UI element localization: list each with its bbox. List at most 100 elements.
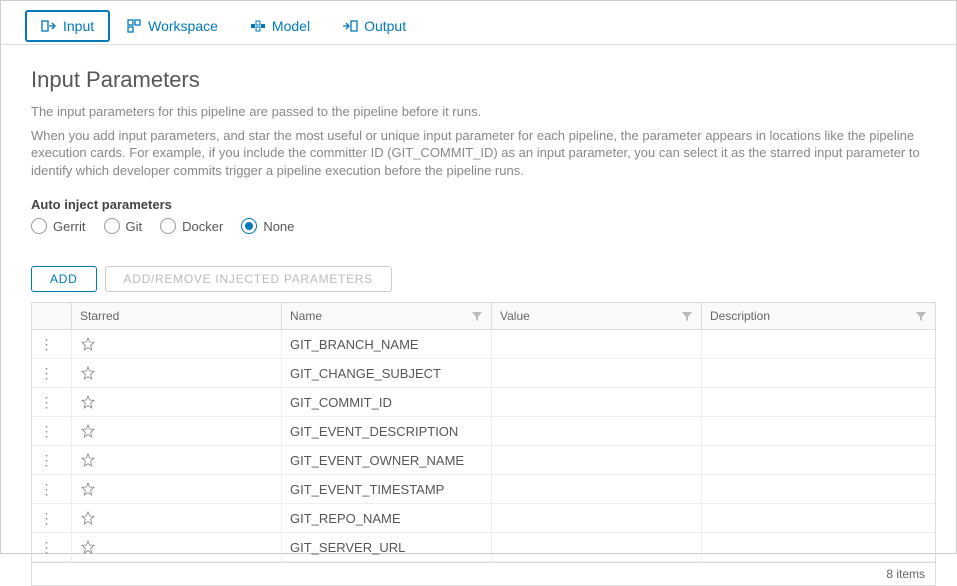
star-icon[interactable] <box>80 423 96 439</box>
value-cell[interactable] <box>492 446 702 474</box>
column-name[interactable]: Name <box>282 303 492 329</box>
tab-workspace[interactable]: Workspace <box>110 10 234 42</box>
starred-cell <box>72 330 282 358</box>
workspace-icon <box>126 18 142 34</box>
tab-label: Input <box>63 18 94 34</box>
name-cell: GIT_CHANGE_SUBJECT <box>282 359 492 387</box>
description-cell[interactable] <box>702 359 935 387</box>
row-actions-cell: ⋮ <box>32 330 72 358</box>
name-cell: GIT_EVENT_OWNER_NAME <box>282 446 492 474</box>
radio-label: None <box>263 219 294 234</box>
row-menu-icon[interactable]: ⋮ <box>40 424 52 438</box>
filter-icon[interactable] <box>471 310 483 322</box>
star-icon[interactable] <box>80 365 96 381</box>
star-icon[interactable] <box>80 336 96 352</box>
param-name: GIT_EVENT_DESCRIPTION <box>290 424 458 439</box>
param-name: GIT_EVENT_OWNER_NAME <box>290 453 464 468</box>
value-cell[interactable] <box>492 504 702 532</box>
starred-cell <box>72 533 282 561</box>
table-header: Starred Name Value <box>32 303 935 330</box>
starred-cell <box>72 359 282 387</box>
star-icon[interactable] <box>80 539 96 555</box>
table-row[interactable]: ⋮ GIT_EVENT_TIMESTAMP <box>32 475 935 504</box>
radio-none[interactable]: None <box>241 218 294 234</box>
model-icon <box>250 18 266 34</box>
row-menu-icon[interactable]: ⋮ <box>40 511 52 525</box>
row-menu-icon[interactable]: ⋮ <box>40 482 52 496</box>
help-text-2: When you add input parameters, and star … <box>31 127 926 180</box>
description-cell[interactable] <box>702 388 935 416</box>
value-cell[interactable] <box>492 533 702 561</box>
tab-output[interactable]: Output <box>326 10 422 42</box>
name-cell: GIT_EVENT_DESCRIPTION <box>282 417 492 445</box>
table-row[interactable]: ⋮ GIT_REPO_NAME <box>32 504 935 533</box>
table-row[interactable]: ⋮ GIT_COMMIT_ID <box>32 388 935 417</box>
column-label: Name <box>290 309 322 323</box>
starred-cell <box>72 475 282 503</box>
description-cell[interactable] <box>702 330 935 358</box>
radio-git[interactable]: Git <box>104 218 143 234</box>
tab-label: Output <box>364 18 406 34</box>
column-starred[interactable]: Starred <box>72 303 282 329</box>
starred-cell <box>72 446 282 474</box>
row-actions-cell: ⋮ <box>32 475 72 503</box>
value-cell[interactable] <box>492 388 702 416</box>
row-menu-icon[interactable]: ⋮ <box>40 337 52 351</box>
param-name: GIT_EVENT_TIMESTAMP <box>290 482 444 497</box>
star-icon[interactable] <box>80 510 96 526</box>
name-cell: GIT_SERVER_URL <box>282 533 492 561</box>
table-row[interactable]: ⋮ GIT_EVENT_DESCRIPTION <box>32 417 935 446</box>
row-actions-cell: ⋮ <box>32 359 72 387</box>
star-icon[interactable] <box>80 394 96 410</box>
parameters-table: Starred Name Value <box>31 302 936 586</box>
description-cell[interactable] <box>702 504 935 532</box>
table-row[interactable]: ⋮ GIT_SERVER_URL <box>32 533 935 562</box>
row-actions-cell: ⋮ <box>32 533 72 561</box>
value-cell[interactable] <box>492 359 702 387</box>
button-row: ADD ADD/REMOVE INJECTED PARAMETERS <box>31 266 926 292</box>
row-menu-icon[interactable]: ⋮ <box>40 395 52 409</box>
param-name: GIT_CHANGE_SUBJECT <box>290 366 441 381</box>
radio-icon <box>160 218 176 234</box>
add-remove-injected-button: ADD/REMOVE INJECTED PARAMETERS <box>105 266 392 292</box>
star-icon[interactable] <box>80 481 96 497</box>
radio-docker[interactable]: Docker <box>160 218 223 234</box>
column-label: Starred <box>80 309 119 323</box>
value-cell[interactable] <box>492 330 702 358</box>
column-description[interactable]: Description <box>702 303 935 329</box>
radio-icon <box>31 218 47 234</box>
radio-gerrit[interactable]: Gerrit <box>31 218 86 234</box>
param-name: GIT_COMMIT_ID <box>290 395 392 410</box>
star-icon[interactable] <box>80 452 96 468</box>
row-menu-icon[interactable]: ⋮ <box>40 540 52 554</box>
starred-cell <box>72 417 282 445</box>
row-menu-icon[interactable]: ⋮ <box>40 366 52 380</box>
description-cell[interactable] <box>702 533 935 561</box>
description-cell[interactable] <box>702 446 935 474</box>
radio-label: Docker <box>182 219 223 234</box>
row-menu-icon[interactable]: ⋮ <box>40 453 52 467</box>
name-cell: GIT_EVENT_TIMESTAMP <box>282 475 492 503</box>
value-cell[interactable] <box>492 417 702 445</box>
row-actions-cell: ⋮ <box>32 504 72 532</box>
filter-icon[interactable] <box>915 310 927 322</box>
tab-input[interactable]: Input <box>25 10 110 42</box>
auto-inject-radio-group: Gerrit Git Docker None <box>31 218 926 234</box>
name-cell: GIT_BRANCH_NAME <box>282 330 492 358</box>
table-row[interactable]: ⋮ GIT_EVENT_OWNER_NAME <box>32 446 935 475</box>
description-cell[interactable] <box>702 417 935 445</box>
input-icon <box>41 18 57 34</box>
tab-model[interactable]: Model <box>234 10 326 42</box>
name-cell: GIT_REPO_NAME <box>282 504 492 532</box>
value-cell[interactable] <box>492 475 702 503</box>
tab-label: Workspace <box>148 18 218 34</box>
add-button[interactable]: ADD <box>31 266 97 292</box>
description-cell[interactable] <box>702 475 935 503</box>
table-row[interactable]: ⋮ GIT_CHANGE_SUBJECT <box>32 359 935 388</box>
radio-label: Git <box>126 219 143 234</box>
table-row[interactable]: ⋮ GIT_BRANCH_NAME <box>32 330 935 359</box>
column-value[interactable]: Value <box>492 303 702 329</box>
filter-icon[interactable] <box>681 310 693 322</box>
items-count: 8 items <box>886 567 925 581</box>
auto-inject-label: Auto inject parameters <box>31 197 926 212</box>
